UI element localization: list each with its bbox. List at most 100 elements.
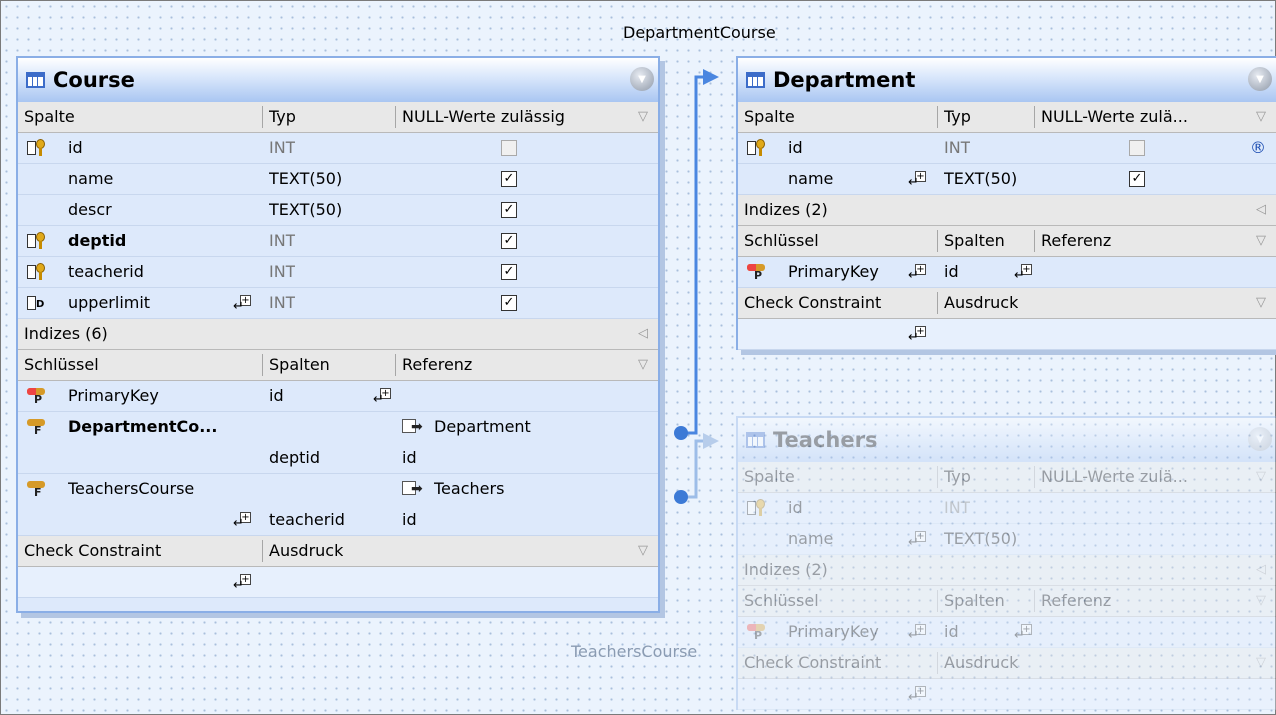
- add-column-icon[interactable]: + ↵: [908, 531, 926, 549]
- column-row-name[interactable]: name + ↵ TEXT(50) ✓: [738, 164, 1276, 195]
- indexes-section-header[interactable]: Indizes (6) ◁: [18, 319, 658, 350]
- key-name[interactable]: TeachersCourse: [68, 474, 194, 504]
- collapse-triangle-icon[interactable]: ◁: [638, 319, 648, 349]
- column-row-id[interactable]: id INT: [738, 493, 1276, 524]
- key-row-teacherscourse[interactable]: F TeachersCourse ➡ Teachers + ↵ teacherid…: [18, 474, 658, 536]
- add-check-constraint-icon[interactable]: + ↵: [908, 326, 926, 344]
- key-header-schluessel[interactable]: Schlüssel: [744, 226, 819, 256]
- column-name[interactable]: deptid: [68, 226, 126, 256]
- column-type[interactable]: INT: [944, 133, 970, 163]
- column-type[interactable]: TEXT(50): [944, 164, 1017, 194]
- col-header-typ[interactable]: Typ: [269, 102, 296, 132]
- key-name[interactable]: PrimaryKey: [788, 617, 879, 647]
- collapse-triangle-icon[interactable]: ◁: [1256, 195, 1266, 225]
- collapse-button-icon[interactable]: ▼: [630, 67, 654, 91]
- add-check-constraint-icon[interactable]: + ↵: [908, 686, 926, 704]
- key-name[interactable]: PrimaryKey: [68, 381, 159, 411]
- column-type[interactable]: INT: [269, 226, 295, 256]
- key-column[interactable]: id: [944, 257, 959, 287]
- col-header-nullable[interactable]: NULL-Werte zulä...: [1041, 102, 1188, 132]
- diagram-canvas[interactable]: DepartmentCourse TeachersCourse Course ▼…: [0, 0, 1276, 715]
- filter-triangle-icon[interactable]: ▽: [638, 350, 648, 380]
- table-department[interactable]: Department ▼ Spalte Typ NULL-Werte zulä.…: [736, 56, 1276, 350]
- col-header-spalte[interactable]: Spalte: [24, 102, 75, 132]
- indexes-section-header[interactable]: Indizes (2) ◁: [738, 555, 1276, 586]
- column-type[interactable]: INT: [269, 288, 295, 318]
- filter-triangle-icon[interactable]: ▽: [638, 102, 648, 132]
- column-name[interactable]: id: [788, 133, 803, 163]
- ref-column[interactable]: id: [402, 505, 417, 535]
- column-name[interactable]: upperlimit: [68, 288, 150, 318]
- column-type[interactable]: TEXT(50): [269, 164, 342, 194]
- add-key-column-icon[interactable]: + ↵: [1014, 624, 1032, 642]
- relation-label-teacherscourse[interactable]: TeachersCourse: [571, 642, 697, 661]
- ref-table[interactable]: Teachers: [434, 474, 504, 504]
- indexes-section-header[interactable]: Indizes (2) ◁: [738, 195, 1276, 226]
- table-course[interactable]: Course ▼ Spalte Typ NULL-Werte zulässig …: [16, 56, 660, 613]
- column-row-descr[interactable]: descr TEXT(50) ✓: [18, 195, 658, 226]
- filter-triangle-icon[interactable]: ▽: [1256, 586, 1266, 616]
- check-header-constraint[interactable]: Check Constraint: [744, 648, 881, 678]
- column-name[interactable]: id: [788, 493, 803, 523]
- col-header-nullable[interactable]: NULL-Werte zulä...: [1041, 462, 1188, 492]
- column-name[interactable]: id: [68, 133, 83, 163]
- add-check-constraint-row[interactable]: + ↵: [738, 319, 1276, 350]
- nullable-checkbox[interactable]: [1129, 140, 1145, 156]
- column-row-teacherid[interactable]: teacherid INT ✓: [18, 257, 658, 288]
- check-header-constraint[interactable]: Check Constraint: [744, 288, 881, 318]
- key-row-departmentcourse[interactable]: F DepartmentCo... ➡ Department deptid id: [18, 412, 658, 474]
- add-column-icon[interactable]: + ↵: [233, 295, 251, 313]
- column-row-id[interactable]: id INT ®: [738, 133, 1276, 164]
- nullable-checkbox[interactable]: ✓: [501, 264, 517, 280]
- add-key-icon[interactable]: + ↵: [908, 624, 926, 642]
- key-header-schluessel[interactable]: Schlüssel: [24, 350, 99, 380]
- key-row-primarykey[interactable]: P PrimaryKey + ↵ id + ↵: [738, 257, 1276, 288]
- add-check-constraint-row[interactable]: + ↵: [18, 567, 658, 598]
- add-key-column-icon[interactable]: + ↵: [1014, 264, 1032, 282]
- filter-triangle-icon[interactable]: ▽: [638, 536, 648, 566]
- key-name[interactable]: PrimaryKey: [788, 257, 879, 287]
- key-header-referenz[interactable]: Referenz: [402, 350, 472, 380]
- column-type[interactable]: TEXT(50): [944, 524, 1017, 554]
- collapse-button-icon[interactable]: ▼: [1248, 427, 1272, 451]
- add-key-column-icon[interactable]: + ↵: [373, 388, 391, 406]
- filter-triangle-icon[interactable]: ▽: [1256, 462, 1266, 492]
- column-type[interactable]: TEXT(50): [269, 195, 342, 225]
- key-header-referenz[interactable]: Referenz: [1041, 226, 1111, 256]
- key-header-spalten[interactable]: Spalten: [944, 226, 1005, 256]
- col-header-spalte[interactable]: Spalte: [744, 462, 795, 492]
- column-name[interactable]: name: [788, 164, 833, 194]
- table-teachers-header[interactable]: Teachers ▼: [738, 418, 1276, 462]
- column-row-id[interactable]: id INT: [18, 133, 658, 164]
- expand-relation-icon[interactable]: ®: [1250, 138, 1266, 157]
- key-header-spalten[interactable]: Spalten: [944, 586, 1005, 616]
- col-header-nullable[interactable]: NULL-Werte zulässig: [402, 102, 565, 132]
- column-name[interactable]: name: [68, 164, 113, 194]
- column-type[interactable]: INT: [944, 493, 970, 523]
- column-name[interactable]: descr: [68, 195, 112, 225]
- add-key-column-icon[interactable]: + ↵: [233, 512, 251, 530]
- nullable-checkbox[interactable]: ✓: [1129, 171, 1145, 187]
- key-name[interactable]: DepartmentCo...: [68, 412, 217, 442]
- key-column[interactable]: teacherid: [269, 505, 345, 535]
- add-check-constraint-row[interactable]: + ↵: [738, 679, 1276, 710]
- nullable-checkbox[interactable]: ✓: [501, 233, 517, 249]
- column-row-deptid[interactable]: deptid INT ✓: [18, 226, 658, 257]
- column-name[interactable]: name: [788, 524, 833, 554]
- add-column-icon[interactable]: + ↵: [908, 171, 926, 189]
- key-column[interactable]: deptid: [269, 443, 320, 473]
- check-header-ausdruck[interactable]: Ausdruck: [944, 648, 1018, 678]
- filter-triangle-icon[interactable]: ▽: [1256, 226, 1266, 256]
- key-column[interactable]: id: [269, 381, 284, 411]
- nullable-checkbox[interactable]: ✓: [501, 295, 517, 311]
- filter-triangle-icon[interactable]: ▽: [1256, 648, 1266, 678]
- nullable-checkbox[interactable]: [501, 140, 517, 156]
- column-row-name[interactable]: name TEXT(50) ✓: [18, 164, 658, 195]
- ref-table[interactable]: Department: [434, 412, 531, 442]
- collapse-button-icon[interactable]: ▼: [1248, 67, 1272, 91]
- key-column[interactable]: id: [944, 617, 959, 647]
- key-row-primarykey[interactable]: P PrimaryKey + ↵ id + ↵: [738, 617, 1276, 648]
- collapse-triangle-icon[interactable]: ◁: [1256, 555, 1266, 585]
- key-header-schluessel[interactable]: Schlüssel: [744, 586, 819, 616]
- key-row-primarykey[interactable]: P PrimaryKey id + ↵: [18, 381, 658, 412]
